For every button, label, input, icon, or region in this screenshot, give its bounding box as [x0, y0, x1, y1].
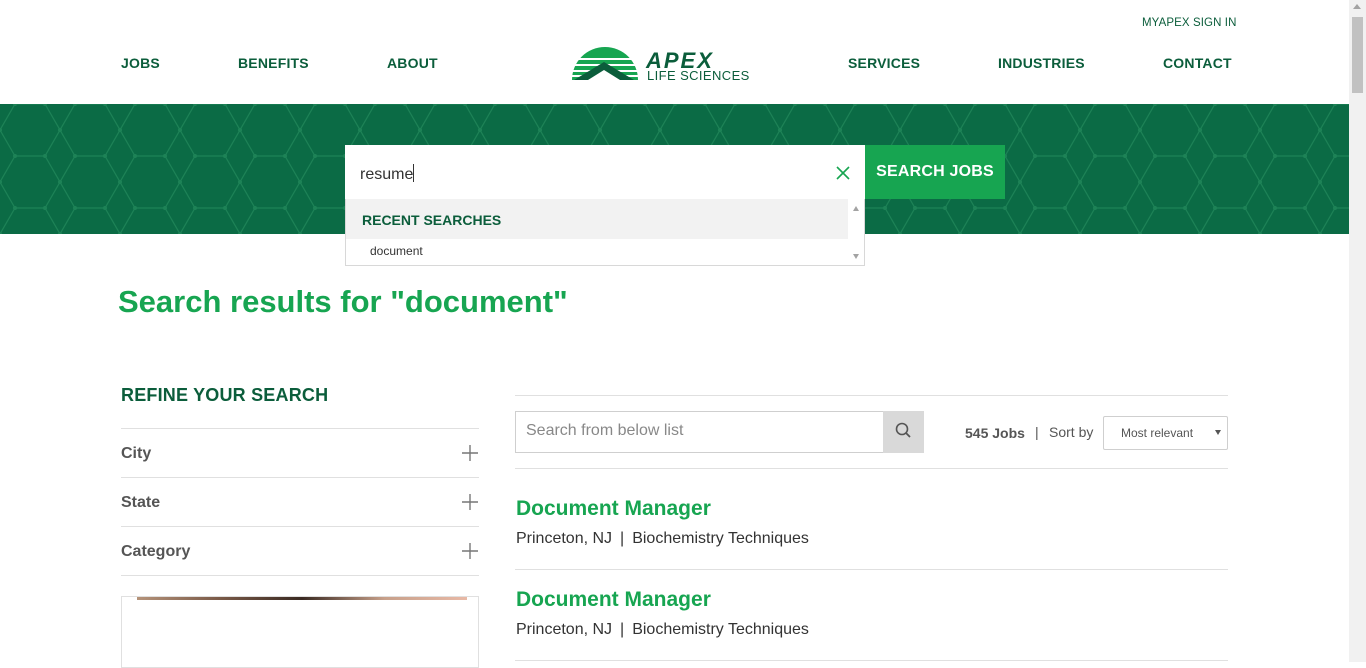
scroll-up-arrow-icon[interactable] [1353, 4, 1361, 9]
recent-searches-dropdown: RECENT SEARCHES document [345, 199, 865, 266]
job-category: Biochemistry Techniques [632, 530, 809, 547]
nav-services[interactable]: SERVICES [848, 55, 920, 71]
list-search-button[interactable] [883, 411, 924, 453]
nav-about[interactable]: ABOUT [387, 55, 438, 71]
job-meta: Princeton, NJ | Biochemistry Techniques [516, 621, 809, 639]
filter-category[interactable]: Category [121, 526, 479, 575]
plus-icon[interactable] [461, 444, 479, 462]
text-caret [413, 164, 415, 182]
search-icon [895, 422, 911, 438]
myapex-signin-link[interactable]: MYAPEX SIGN IN [1142, 17, 1236, 29]
plus-icon[interactable] [461, 542, 479, 560]
list-search-field[interactable] [515, 411, 884, 453]
filter-divider [121, 575, 479, 576]
plus-icon[interactable] [461, 493, 479, 511]
divider [515, 660, 1228, 661]
filter-category-label: Category [121, 543, 191, 560]
promo-banner-image[interactable] [121, 596, 479, 668]
close-icon[interactable] [834, 164, 852, 182]
job-location: Princeton, NJ [516, 621, 613, 638]
recent-searches-title: RECENT SEARCHES [362, 212, 502, 228]
jobs-count: 545 Jobs [965, 425, 1025, 441]
nav-jobs[interactable]: JOBS [121, 55, 160, 71]
nav-industries[interactable]: INDUSTRIES [998, 55, 1085, 71]
sort-by-label: Sort by [1049, 424, 1094, 440]
separator: | [620, 530, 625, 547]
job-search-value[interactable]: resume [360, 164, 415, 184]
job-title-link[interactable]: Document Manager [516, 588, 711, 612]
filter-state-label: State [121, 494, 161, 511]
list-search-input[interactable] [516, 412, 876, 450]
results-title: Search results for "document" [118, 284, 568, 319]
divider [515, 468, 1228, 469]
refine-search-title: REFINE YOUR SEARCH [121, 385, 329, 405]
logo-subtitle: LIFE SCIENCES [647, 68, 750, 83]
divider [515, 569, 1228, 570]
apex-logo[interactable]: APEX LIFE SCIENCES [570, 44, 782, 84]
scroll-thumb[interactable] [1352, 17, 1363, 93]
sort-select[interactable]: Most relevant [1103, 416, 1228, 450]
promo-image-strip [137, 597, 467, 600]
page-scrollbar[interactable] [1349, 0, 1366, 662]
separator: | [620, 621, 625, 638]
job-title-link[interactable]: Document Manager [516, 497, 711, 521]
filter-city-label: City [121, 445, 152, 462]
job-location: Princeton, NJ [516, 530, 613, 547]
search-jobs-button[interactable]: SEARCH JOBS [865, 145, 1005, 199]
logo-mark-icon [570, 47, 640, 80]
recent-search-item[interactable]: document [370, 244, 423, 258]
sort-selected-value: Most relevant [1121, 426, 1194, 440]
filter-city[interactable]: City [121, 428, 479, 477]
recent-searches-header: RECENT SEARCHES [346, 199, 848, 239]
dropdown-scroll-down-icon[interactable] [853, 254, 859, 259]
job-search-input[interactable] [345, 145, 865, 199]
filter-state[interactable]: State [121, 477, 479, 526]
chevron-down-icon [1215, 430, 1221, 435]
nav-contact[interactable]: CONTACT [1163, 55, 1232, 71]
dropdown-scroll-up-icon[interactable] [853, 206, 859, 211]
separator: | [1035, 424, 1039, 440]
divider [515, 395, 1228, 396]
job-meta: Princeton, NJ | Biochemistry Techniques [516, 530, 809, 548]
nav-benefits[interactable]: BENEFITS [238, 55, 309, 71]
job-category: Biochemistry Techniques [632, 621, 809, 638]
